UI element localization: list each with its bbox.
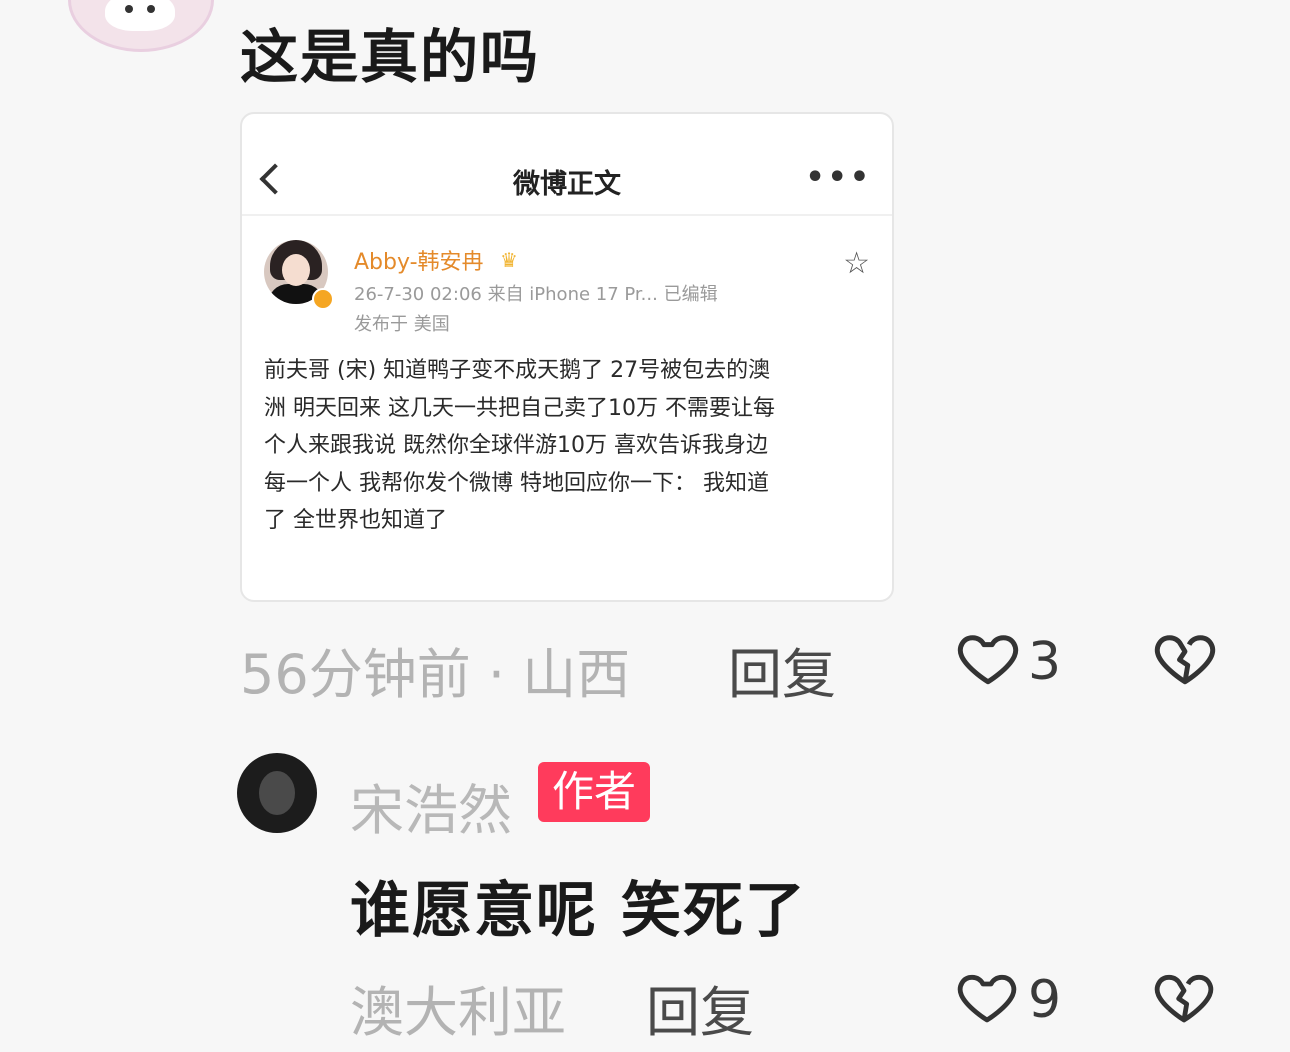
screenshot-title: 微博正文 <box>513 169 621 200</box>
avatar-eye <box>147 5 155 13</box>
broken-heart-icon[interactable] <box>1152 964 1216 1032</box>
post-location: 发布于 美国 <box>354 314 450 335</box>
like-count: 3 <box>1028 632 1062 692</box>
broken-heart-icon[interactable] <box>1152 624 1218 694</box>
screenshot-image[interactable]: 微博正文 ••• Abby-韩安冉 ♛ 26-7-30 02:06 来自 iPh… <box>240 112 894 602</box>
author-badge: 作者 <box>538 762 651 822</box>
reply-text: 谁愿意呢 笑死了 <box>350 876 807 946</box>
post-body-line: 每一个人 我帮你发个微博 特地回应你一下： 我知道 <box>264 470 769 496</box>
avatar-eye <box>125 5 133 13</box>
author-name[interactable]: 宋浩然 <box>350 766 512 845</box>
screenshot-topbar: 微博正文 ••• <box>242 114 892 216</box>
author-avatar[interactable] <box>237 753 317 833</box>
reply-button[interactable]: 回复 <box>646 968 754 1047</box>
heart-icon[interactable] <box>955 624 1025 694</box>
post-body: 前夫哥 (宋) 知道鸭子变不成天鹅了 27号被包去的澳 洲 明天回来 这几天一共… <box>264 352 872 540</box>
post-meta: 26-7-30 02:06 来自 iPhone 17 Pr... 已编辑 <box>354 284 718 305</box>
avatar-face <box>105 0 175 31</box>
reply-button[interactable]: 回复 <box>728 630 836 709</box>
more-icon: ••• <box>805 160 872 195</box>
like-count: 9 <box>1028 970 1062 1030</box>
post-body-line: 了 全世界也知道了 <box>264 508 447 533</box>
post-body-line: 洲 明天回来 这几天一共把自己卖了10万 不需要让每 <box>264 395 775 421</box>
post-body-line: 个人来跟我说 既然你全球伴游10万 喜欢告诉我身边 <box>264 433 768 458</box>
comment-time-location: 56分钟前 · 山西 <box>240 643 631 706</box>
comment-text: 这是真的吗 <box>240 23 541 91</box>
commenter-avatar[interactable] <box>68 0 214 52</box>
reply-location: 澳大利亚 <box>350 981 566 1044</box>
star-icon: ☆ <box>843 246 870 281</box>
heart-icon[interactable] <box>955 964 1019 1032</box>
verified-icon <box>312 288 334 310</box>
crown-icon: ♛ <box>500 248 518 272</box>
post-username: Abby-韩安冉 <box>354 250 484 275</box>
post-body-line: 前夫哥 (宋) 知道鸭子变不成天鹅了 27号被包去的澳 <box>264 358 771 383</box>
